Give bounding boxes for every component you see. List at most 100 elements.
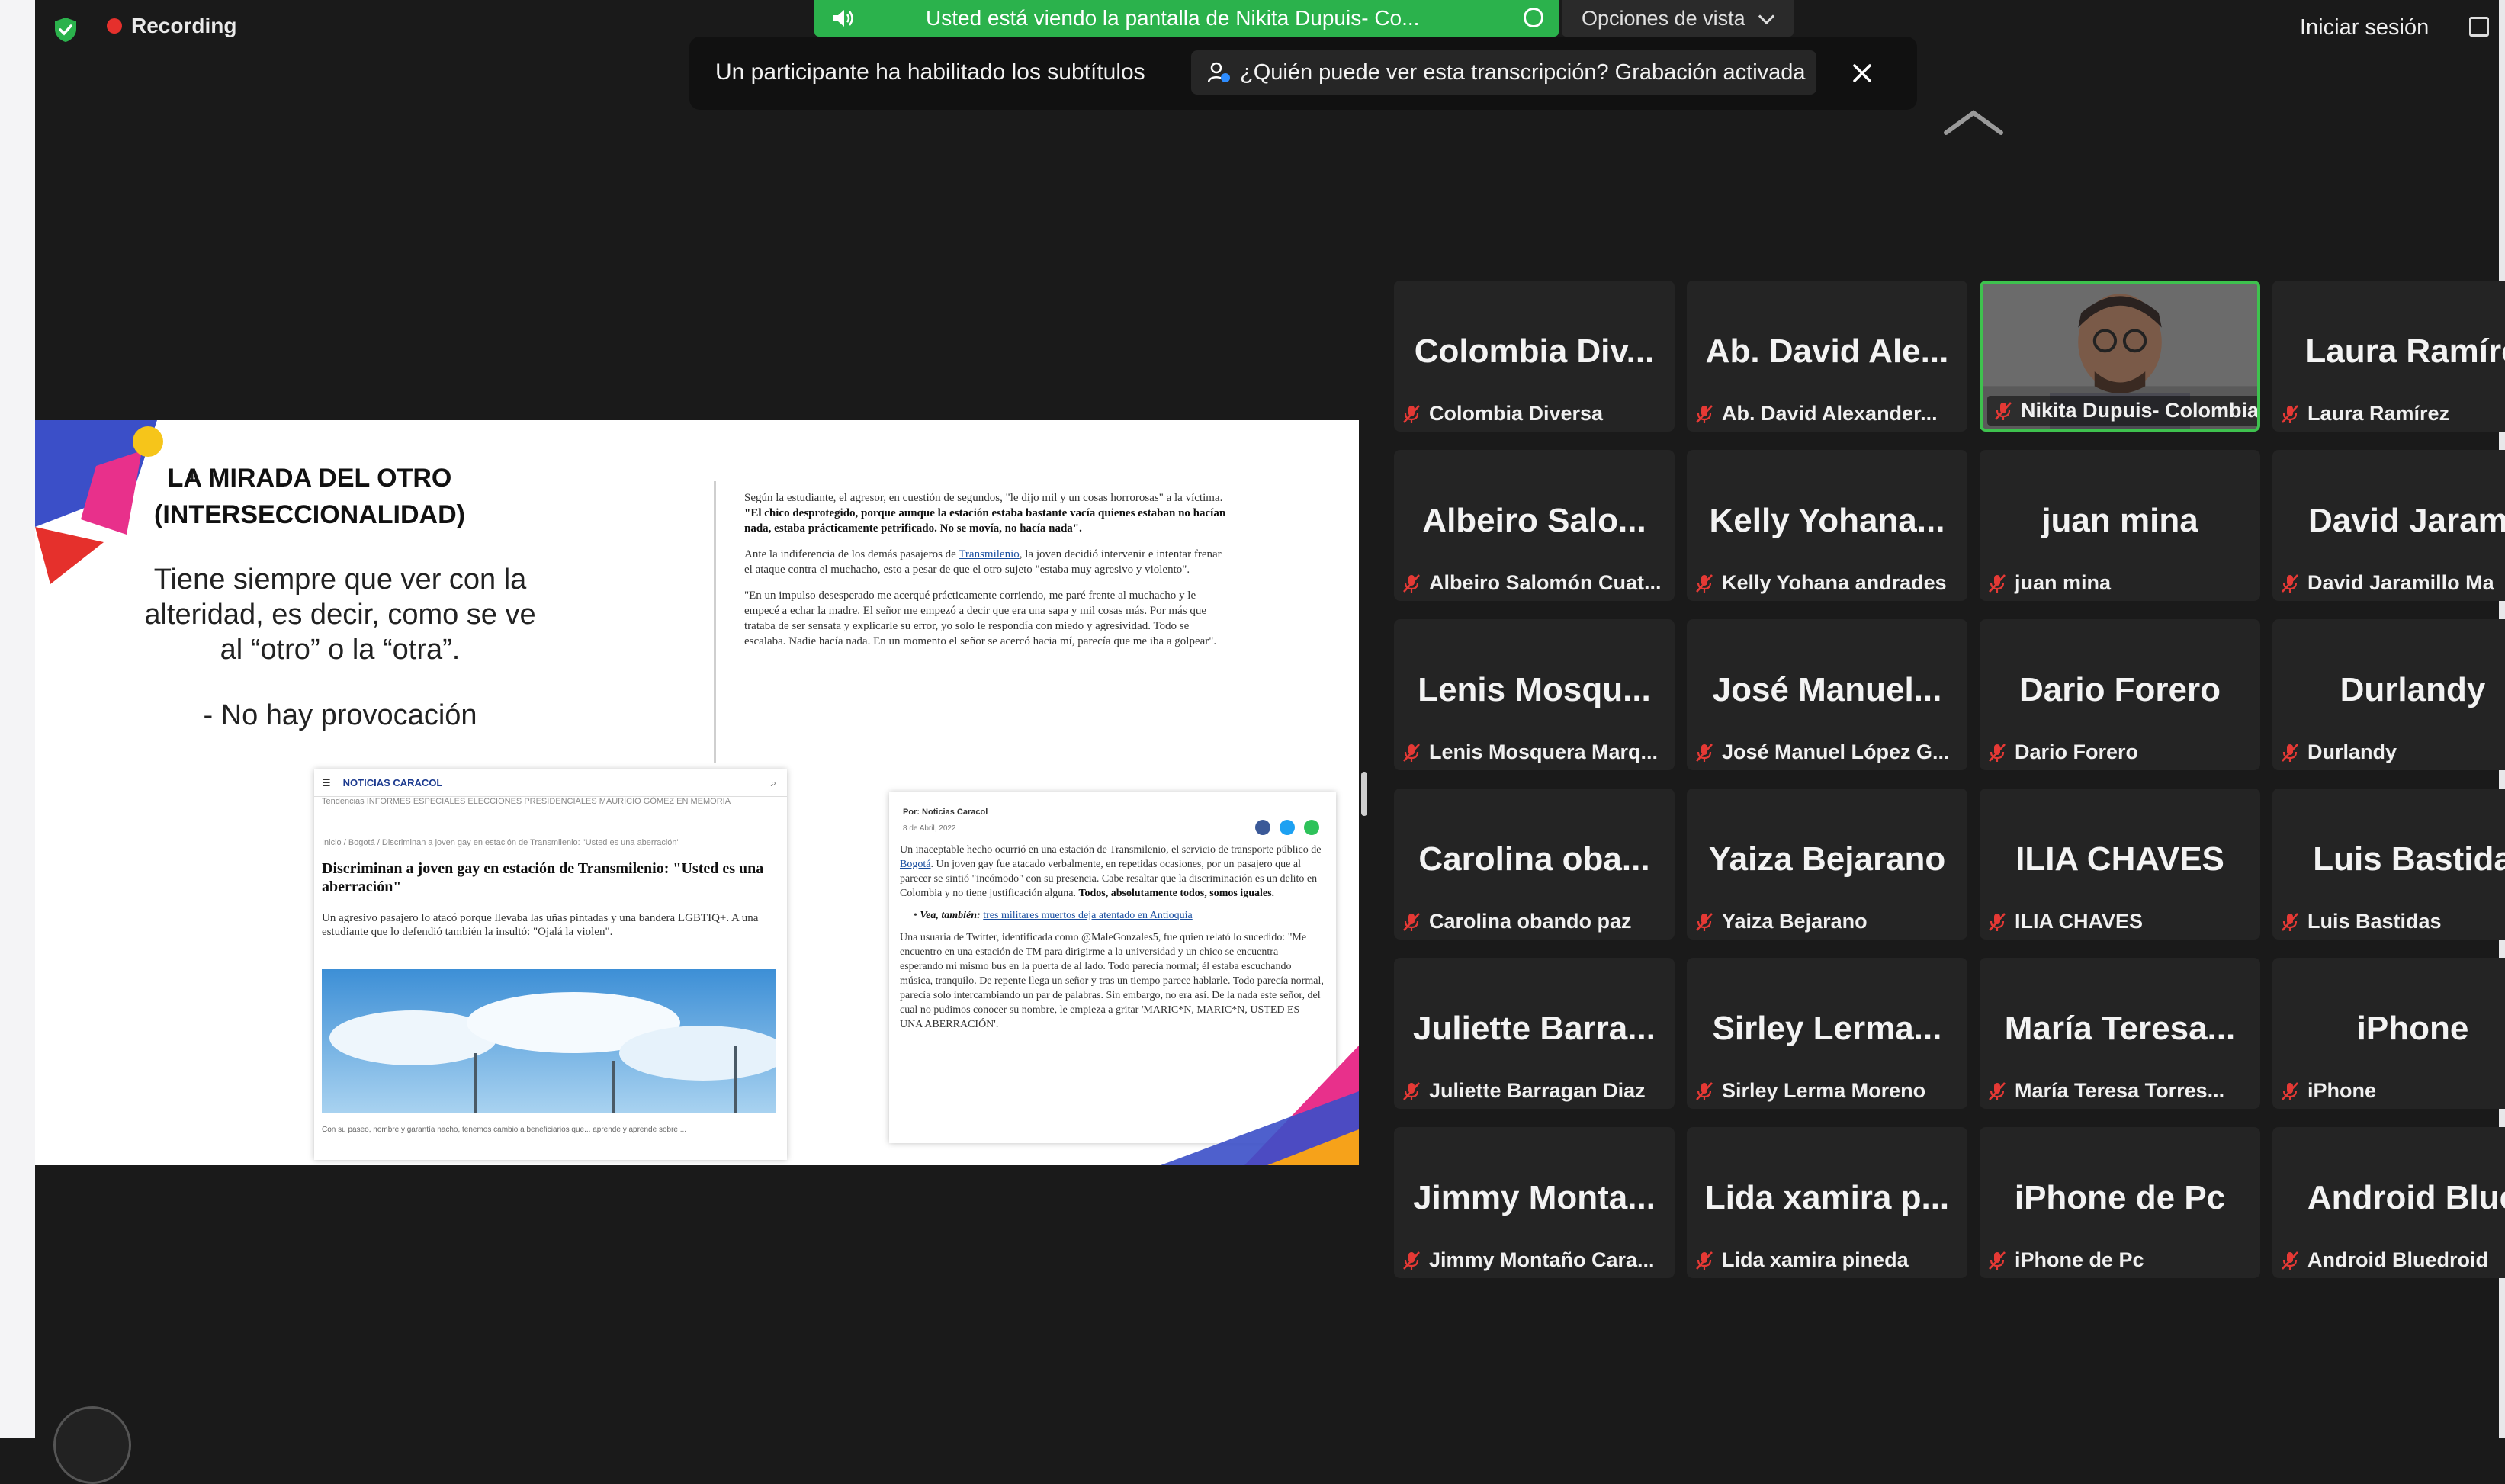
participant-tile[interactable]: Durlandy Durlandy [2272,619,2505,770]
participant-display-name: María Teresa... [2004,1010,2236,1047]
speaker-icon[interactable] [831,8,856,29]
view-options-button[interactable]: Opciones de vista [1562,0,1794,37]
mic-muted-icon [1403,912,1420,931]
participant-name-tag: Laura Ramírez [2280,402,2449,426]
participant-name-tag: Yaiza Bejarano [1694,910,1868,933]
news-site-name: NOTICIAS CARACOL [342,777,443,789]
related-article-link[interactable]: tres militares muertos deja atentado en … [983,910,1192,921]
participant-display-name: Lenis Mosqu... [1418,671,1651,708]
slide-corner-decoration [1161,1046,1359,1165]
participant-name: Laura Ramírez [2307,402,2450,425]
participant-tile[interactable]: David Jarami David Jaramillo Ma [2272,450,2505,601]
participant-tile[interactable]: Jimmy Monta... Jimmy Montaño Cara... [1394,1127,1675,1278]
participant-name-tag: Android Bluedroid [2280,1248,2488,1272]
slide-body-point: - No hay provocación [203,699,477,731]
transcript-info-button[interactable]: ¿Quién puede ver esta transcripción? Gra… [1191,50,1816,95]
participant-name-tag: Dario Forero [1987,740,2138,764]
participant-name-tag: Lenis Mosquera Marq... [1402,740,1658,764]
participant-name-tag: iPhone de Pc [1987,1248,2144,1272]
participant-name-tag: Albeiro Salomón Cuat... [1402,571,1662,595]
participant-tile[interactable]: ILIA CHAVES ILIA CHAVES [1980,789,2260,940]
mic-muted-icon [2282,404,2298,423]
participant-name: Luis Bastidas [2307,910,2442,933]
participant-tile[interactable]: Lida xamira p... Lida xamira pineda [1687,1127,1967,1278]
menu-icon[interactable]: ☰ [322,777,331,789]
participant-name-tag: Kelly Yohana andrades [1694,571,1947,595]
participant-name: Sirley Lerma Moreno [1722,1079,1926,1102]
subtitles-notification: Un participante ha habilitado los subtít… [689,37,1917,110]
shared-screen-content[interactable]: 1. LA MIRADA DEL OTRO (INTERSECCIONALIDA… [35,420,1359,1165]
shield-check-icon[interactable] [53,17,78,43]
slide-body-text: Tiene siempre que ver con la alteridad, … [144,564,536,666]
participant-tile[interactable]: Laura Ramíre Laura Ramírez [2272,281,2505,432]
participant-name: Juliette Barragan Diaz [1429,1079,1646,1102]
sign-in-button[interactable]: Iniciar sesión [2300,15,2429,40]
article-p2: Una usuaria de Twitter, identificada com… [900,932,1324,1030]
participant-tile[interactable]: Carolina oba... Carolina obando paz [1394,789,1675,940]
mic-muted-icon [2282,743,2298,762]
mic-muted-icon [1696,573,1713,593]
slide-divider [714,481,716,763]
article-author: Por: Noticias Caracol [903,808,988,817]
news-breadcrumb: Inicio / Bogotá / Discriminan a joven ga… [322,838,680,847]
close-icon[interactable] [1847,58,1877,88]
participant-tile[interactable]: juan mina juan mina [1980,450,2260,601]
news-photo-caption: Con su paseo, nombre y garantía nacho, t… [322,1126,687,1134]
participant-tile[interactable]: iPhone iPhone [2272,958,2505,1109]
participant-name: Jimmy Montaño Cara... [1429,1248,1655,1271]
participant-tile[interactable]: Kelly Yohana... Kelly Yohana andrades [1687,450,1967,601]
participant-display-name: Juliette Barra... [1413,1010,1656,1047]
gallery-layout-icon[interactable] [2469,17,2489,37]
whatsapp-icon[interactable] [1304,820,1319,835]
participant-display-name: Albeiro Salo... [1422,502,1646,539]
participant-tile[interactable]: Nikita Dupuis- Colombia... [1980,281,2260,432]
recording-indicator[interactable]: Recording [107,14,236,38]
mic-muted-icon [1696,1251,1713,1270]
bogota-link[interactable]: Bogotá [900,859,930,870]
participant-name: Lida xamira pineda [1722,1248,1909,1271]
participant-name-tag: Jimmy Montaño Cara... [1402,1248,1655,1272]
news-photo [322,969,776,1113]
participant-tile[interactable]: Juliette Barra... Juliette Barragan Diaz [1394,958,1675,1109]
participant-tile[interactable]: Luis Bastida Luis Bastidas [2272,789,2505,940]
participant-name: Ab. David Alexander... [1722,402,1938,425]
participant-tile[interactable]: María Teresa... María Teresa Torres... [1980,958,2260,1109]
slide-title: LA MIRADA DEL OTRO (INTERSECCIONALIDAD) [149,460,470,533]
participant-name-tag: David Jaramillo Ma [2280,571,2494,595]
participant-tile[interactable]: Colombia Div... Colombia Diversa [1394,281,1675,432]
article-body: Un inaceptable hecho ocurrió en una esta… [900,844,1324,1030]
participant-name-tag: María Teresa Torres... [1987,1079,2224,1103]
facebook-icon[interactable] [1255,820,1270,835]
search-icon[interactable]: ⌕ [771,777,776,789]
participant-tile[interactable]: Sirley Lerma... Sirley Lerma Moreno [1687,958,1967,1109]
participant-display-name: Lida xamira p... [1704,1179,1950,1216]
participant-display-name: Carolina oba... [1418,840,1650,878]
mic-muted-icon [1696,404,1713,423]
participant-name-tag: ILIA CHAVES [1987,910,2143,933]
participant-tile[interactable]: Lenis Mosqu... Lenis Mosquera Marq... [1394,619,1675,770]
participant-name: Durlandy [2307,740,2397,763]
participant-tile[interactable]: Albeiro Salo... Albeiro Salomón Cuat... [1394,450,1675,601]
participant-name-tag: Lida xamira pineda [1694,1248,1909,1272]
chevron-down-icon [1758,8,1774,24]
participant-name: Colombia Diversa [1429,402,1604,425]
participant-display-name: Jimmy Monta... [1413,1179,1656,1216]
participant-display-name: juan mina [2041,502,2198,539]
participant-tile[interactable]: Yaiza Bejarano Yaiza Bejarano [1687,789,1967,940]
participant-tile[interactable]: Android Blue Android Bluedroid [2272,1127,2505,1278]
annotate-button[interactable] [53,1406,131,1484]
participant-tile[interactable]: José Manuel... José Manuel López G... [1687,619,1967,770]
twitter-icon[interactable] [1280,820,1295,835]
participant-display-name: Durlandy [2340,671,2486,708]
transmilenio-link[interactable]: Transmilenio [959,548,1019,561]
participant-tile[interactable]: Ab. David Ale... Ab. David Alexander... [1687,281,1967,432]
participant-name-tag: Carolina obando paz [1402,910,1632,933]
mic-muted-icon [2282,1081,2298,1100]
panel-resize-handle[interactable] [1361,772,1367,816]
mic-muted-icon [2282,1251,2298,1270]
chevron-up-icon[interactable] [1941,107,2006,137]
participant-tile[interactable]: Dario Forero Dario Forero [1980,619,2260,770]
mic-muted-icon [2282,573,2298,593]
participant-name: ILIA CHAVES [2015,910,2144,933]
participant-tile[interactable]: iPhone de Pc iPhone de Pc [1980,1127,2260,1278]
